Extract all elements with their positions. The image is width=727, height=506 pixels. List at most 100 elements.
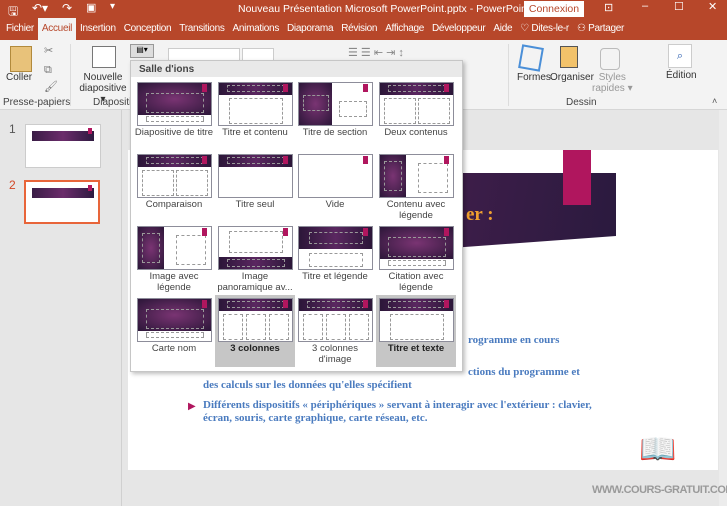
paste-button[interactable]: Coller: [6, 72, 32, 83]
layout-option[interactable]: Titre et texte: [376, 295, 456, 367]
share-button[interactable]: ⚇ Partager: [573, 18, 628, 40]
slide-number: 1: [9, 122, 16, 136]
bullet-text: rogramme en cours: [468, 334, 560, 346]
cut-icon[interactable]: ✂: [44, 44, 53, 57]
layout-label: Comparaison: [145, 199, 203, 210]
slide-thumbnail-2[interactable]: [24, 180, 100, 224]
layout-thumbnail: [379, 154, 454, 198]
layout-thumbnail: [379, 298, 454, 342]
layout-option[interactable]: Carte nom: [134, 295, 214, 367]
layout-label: Image avec légende: [149, 271, 199, 293]
layout-label: Contenu avec légende: [386, 199, 446, 221]
layout-thumbnail: [137, 82, 212, 126]
start-slideshow-icon[interactable]: ▣: [86, 1, 96, 14]
layout-thumbnail: [379, 82, 454, 126]
ribbon-display-icon[interactable]: ⊡: [604, 1, 613, 14]
layout-label: Titre et texte: [387, 343, 445, 354]
layout-option[interactable]: 3 colonnes: [215, 295, 295, 367]
layout-option[interactable]: Image panoramique av...: [215, 223, 295, 295]
vertical-scrollbar[interactable]: [719, 110, 727, 506]
layout-dropdown-button[interactable]: ▤▾: [130, 44, 154, 58]
tab-transitions[interactable]: Transitions: [175, 18, 228, 40]
layout-gallery-popup: Salle d'ions Diapositive de titre Titre e…: [130, 60, 463, 372]
new-slide-icon[interactable]: [92, 46, 116, 68]
redo-icon[interactable]: ↷: [62, 1, 72, 15]
tab-fichier[interactable]: Fichier: [2, 18, 38, 40]
layout-thumbnail: [218, 154, 293, 198]
layout-option[interactable]: Citation avec légende: [376, 223, 456, 295]
tab-accueil[interactable]: Accueil: [37, 18, 77, 40]
tab-developpeur[interactable]: Développeur: [428, 18, 489, 40]
layout-option[interactable]: Vide: [295, 151, 375, 223]
layout-label: Diapositive de titre: [134, 127, 214, 138]
bullet-text: ctions du programme et: [468, 366, 580, 378]
format-painter-icon[interactable]: 🖌: [44, 80, 58, 93]
layout-option[interactable]: 3 colonnes d'image: [295, 295, 375, 367]
slide-number: 2: [9, 178, 16, 192]
search-icon[interactable]: ⌕: [668, 44, 692, 68]
accent-tag: [563, 150, 591, 205]
gallery-header: Salle d'ions: [131, 61, 462, 77]
layout-label: Titre et légende: [302, 271, 368, 282]
layout-option[interactable]: Titre de section: [295, 79, 375, 151]
undo-icon[interactable]: ↶▾: [32, 1, 48, 15]
layout-option[interactable]: Titre et contenu: [215, 79, 295, 151]
layout-thumbnail: [218, 298, 293, 342]
bullet-marker-icon: ▶: [188, 401, 196, 412]
tab-conception[interactable]: Conception: [120, 18, 176, 40]
layout-option[interactable]: Titre seul: [215, 151, 295, 223]
tab-aide[interactable]: Aide: [489, 18, 516, 40]
layout-thumbnail: [137, 298, 212, 342]
layout-thumbnail: [298, 226, 373, 270]
maximize-icon[interactable]: ☐: [674, 0, 684, 13]
tab-diaporama[interactable]: Diaporama: [283, 18, 337, 40]
slide-title: er :: [466, 204, 494, 225]
sign-in-button[interactable]: Connexion: [524, 1, 584, 17]
layout-label: Titre et contenu: [222, 127, 288, 138]
close-icon[interactable]: ✕: [708, 0, 717, 13]
person-icon: ⚇: [576, 23, 589, 34]
layout-thumbnail: [137, 226, 212, 270]
quick-styles-button[interactable]: Styles rapides ▾: [592, 72, 633, 94]
paste-icon[interactable]: [10, 46, 32, 72]
layout-option[interactable]: Comparaison: [134, 151, 214, 223]
bullet-text: écran, souris, carte graphique, carte ré…: [203, 412, 428, 424]
layout-option[interactable]: Deux contenus: [376, 79, 456, 151]
title-bar: 🖫 ↶▾ ↷ ▣ ▾ Nouveau Présentation Microsof…: [0, 0, 727, 18]
group-clipboard-label: Presse-papiers: [3, 97, 71, 108]
layout-label: Deux contenus: [384, 127, 448, 138]
minimize-icon[interactable]: –: [642, 0, 648, 12]
tab-insertion[interactable]: Insertion: [76, 18, 120, 40]
quick-styles-icon[interactable]: [600, 48, 620, 70]
layout-thumbnail: [298, 298, 373, 342]
shapes-icon[interactable]: [518, 44, 544, 72]
layout-thumbnail: [137, 154, 212, 198]
layout-label: Carte nom: [151, 343, 197, 354]
editing-button[interactable]: Édition: [666, 70, 697, 81]
layout-thumbnail: [218, 82, 293, 126]
collapse-ribbon-icon[interactable]: ˄: [712, 96, 717, 106]
tell-me-box[interactable]: ♡ Dites-le-r: [516, 18, 573, 40]
tab-affichage[interactable]: Affichage: [381, 18, 428, 40]
layout-label: 3 colonnes: [230, 343, 280, 354]
layout-option[interactable]: Contenu avec légende: [376, 151, 456, 223]
arrange-button[interactable]: Organiser: [550, 72, 594, 83]
bullet-text: Différents dispositifs « périphériques »…: [203, 399, 592, 411]
layout-option[interactable]: Diapositive de titre: [134, 79, 214, 151]
copy-icon[interactable]: ⧉: [44, 64, 52, 77]
shapes-button[interactable]: Formes: [517, 72, 551, 83]
watermark-text: WWW.COURS-GRATUIT.COM: [592, 484, 727, 496]
bullets-icon[interactable]: ☰ ☰ ⇤ ⇥ ↕: [348, 46, 404, 59]
layout-option[interactable]: Titre et légende: [295, 223, 375, 295]
slide-thumbnails-pane: 1 2: [0, 110, 122, 506]
tab-revision[interactable]: Révision: [337, 18, 381, 40]
customize-toolbar-icon[interactable]: ▾: [110, 1, 115, 12]
layout-thumbnail: [298, 82, 373, 126]
watermark-book-icon: 📖: [639, 433, 677, 466]
arrange-icon[interactable]: [560, 46, 578, 68]
slide-thumbnail-1[interactable]: [25, 124, 101, 168]
ribbon-tabs: Fichier Accueil Insertion Conception Tra…: [0, 18, 727, 40]
tab-animations[interactable]: Animations: [229, 18, 283, 40]
layout-label: Vide: [325, 199, 345, 210]
layout-option[interactable]: Image avec légende: [134, 223, 214, 295]
